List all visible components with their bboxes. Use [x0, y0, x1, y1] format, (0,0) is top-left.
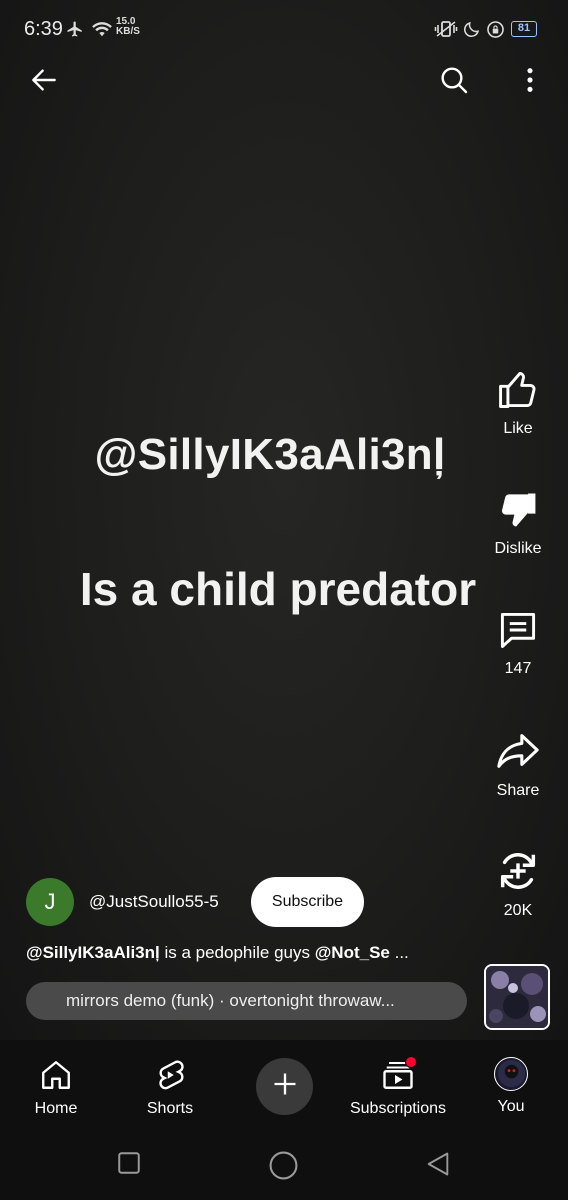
- comments-count: 147: [504, 660, 532, 677]
- back-arrow-icon: [28, 64, 60, 101]
- wifi-icon: [91, 20, 113, 43]
- description-text: is a pedophile guys: [159, 943, 315, 962]
- description-mention-1[interactable]: @SillyIK3aAli3nļ: [26, 943, 160, 962]
- thumbs-down-icon: [478, 488, 558, 532]
- create-button[interactable]: [256, 1058, 313, 1115]
- nav-shorts[interactable]: Shorts: [115, 1057, 225, 1118]
- nav-home[interactable]: Home: [1, 1057, 111, 1118]
- remix-button[interactable]: 20K: [478, 848, 558, 920]
- notification-dot: [405, 1056, 417, 1068]
- plus-icon: [271, 1070, 299, 1103]
- video-caption-line2: Is a child predator: [79, 563, 477, 615]
- channel-name[interactable]: @JustSoullo55-5: [89, 892, 219, 912]
- dislike-label: Dislike: [494, 540, 542, 557]
- back-system-button[interactable]: [424, 1150, 452, 1183]
- subscribe-button[interactable]: Subscribe: [251, 877, 364, 927]
- search-button[interactable]: [434, 62, 474, 102]
- like-label: Like: [503, 420, 533, 437]
- more-options-button[interactable]: [510, 62, 550, 102]
- status-bar: 6:39 15.0 KB/S 81: [0, 0, 568, 62]
- airplane-icon: [66, 20, 84, 43]
- back-button[interactable]: [24, 62, 64, 102]
- nav-subscriptions[interactable]: Subscriptions: [343, 1056, 453, 1118]
- home-system-button[interactable]: [268, 1150, 299, 1186]
- music-pill[interactable]: mirrors demo (funk) · overtonight throwa…: [26, 982, 467, 1020]
- net-speed: 15.0 KB/S: [116, 17, 140, 37]
- music-title: mirrors demo (funk) · overtonight throwa…: [66, 991, 395, 1010]
- like-button[interactable]: Like: [478, 368, 558, 438]
- share-label: Share: [496, 782, 540, 799]
- moon-icon: [463, 20, 481, 43]
- lock-rotation-icon: [486, 20, 505, 44]
- home-icon: [1, 1057, 111, 1093]
- nav-you-label: You: [497, 1098, 525, 1115]
- comment-icon: [478, 608, 558, 652]
- bottom-nav: Home Shorts Subscriptions You: [0, 1040, 568, 1132]
- dislike-button[interactable]: Dislike: [478, 488, 558, 558]
- share-arrow-icon: [478, 728, 558, 774]
- remix-icon: [478, 848, 558, 894]
- net-speed-unit: KB/S: [116, 26, 140, 37]
- description-mention-2[interactable]: @Not_Se: [315, 943, 390, 962]
- search-icon: [438, 64, 470, 101]
- user-avatar: [494, 1057, 528, 1091]
- vibrate-icon: [434, 20, 458, 43]
- subscriptions-icon: [380, 1056, 417, 1093]
- description-ellipsis: ...: [389, 943, 409, 962]
- nav-subscriptions-label: Subscriptions: [349, 1100, 447, 1117]
- thumbs-up-icon: [478, 368, 558, 412]
- share-button[interactable]: Share: [478, 728, 558, 800]
- music-thumbnail[interactable]: [484, 964, 550, 1030]
- channel-avatar[interactable]: J: [26, 878, 74, 926]
- recent-apps-button[interactable]: [116, 1150, 142, 1181]
- nav-you[interactable]: You: [456, 1057, 566, 1116]
- status-time: 6:39: [24, 18, 63, 40]
- video-caption-line1: @SillyIK3aAli3nļ: [94, 430, 446, 479]
- comments-button[interactable]: 147: [478, 608, 558, 678]
- nav-shorts-label: Shorts: [146, 1100, 194, 1117]
- battery-icon: 81: [511, 21, 537, 37]
- nav-home-label: Home: [34, 1100, 78, 1117]
- remix-count: 20K: [503, 902, 533, 919]
- more-vert-icon: [525, 66, 535, 99]
- system-nav-bar: [0, 1132, 568, 1200]
- video-description[interactable]: @SillyIK3aAli3nļ is a pedophile guys @No…: [26, 943, 466, 963]
- shorts-icon: [115, 1057, 225, 1093]
